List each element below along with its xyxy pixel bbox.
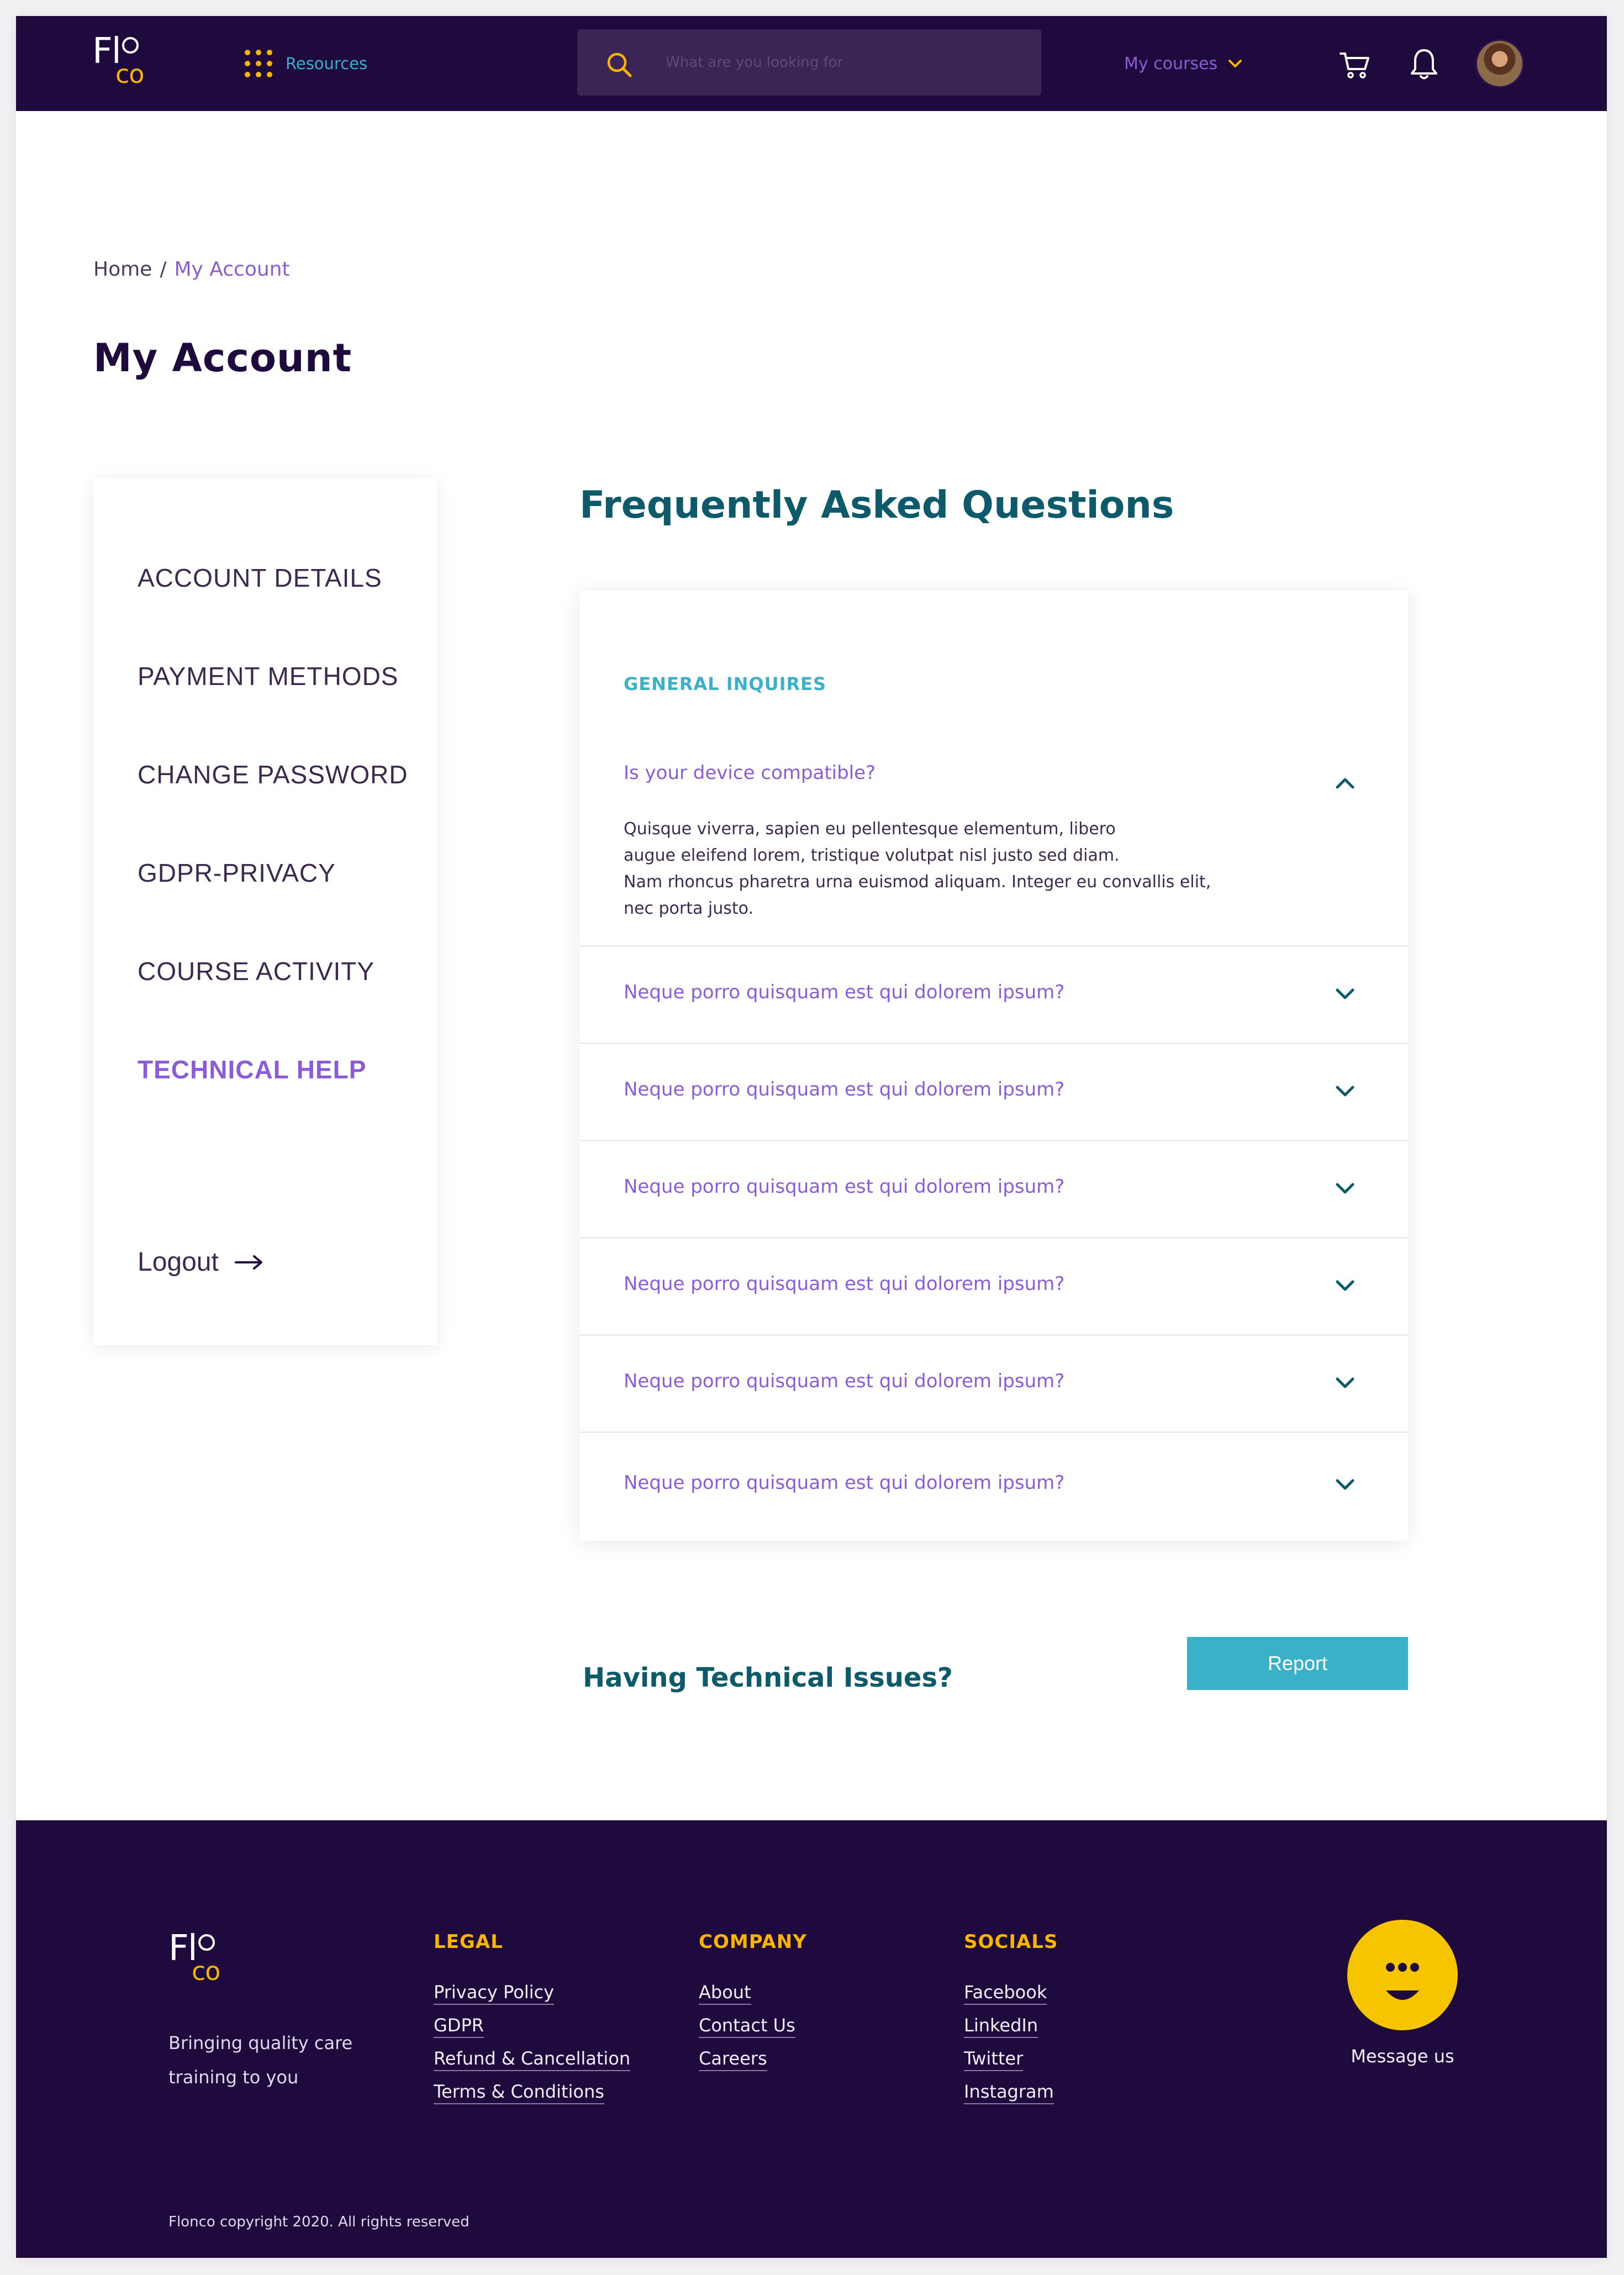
footer-link-privacy-policy[interactable]: Privacy Policy: [434, 1982, 555, 2005]
footer-link-gdpr[interactable]: GDPR: [434, 2015, 484, 2038]
page-title: My Account: [93, 335, 352, 381]
footer-column-heading: COMPANY: [699, 1931, 807, 1953]
faq-row[interactable]: Neque porro quisquam est qui dolorem ips…: [579, 1237, 1408, 1334]
faq-answer-line: augue eleifend lorem, tristique volutpat…: [624, 846, 1120, 865]
faq-question: Neque porro quisquam est qui dolorem ips…: [624, 1176, 1065, 1198]
faq-answer-line: Nam rhoncus pharetra urna euismod aliqua…: [624, 872, 1211, 892]
chevron-up-icon[interactable]: [1333, 771, 1357, 795]
logout-label: Logout: [138, 1247, 219, 1277]
footer-column-company: COMPANY About Contact Us Careers: [699, 1931, 807, 2081]
faq-answer-line: Quisque viverra, sapien eu pellentesque …: [624, 819, 1116, 839]
footer-link-terms-conditions[interactable]: Terms & Conditions: [434, 2081, 604, 2104]
faq-question: Neque porro quisquam est qui dolorem ips…: [624, 981, 1065, 1003]
search-icon[interactable]: [604, 49, 635, 80]
faq-answer: Quisque viverra, sapien eu pellentesque …: [624, 816, 1286, 922]
footer-link-refund-cancellation[interactable]: Refund & Cancellation: [434, 2048, 631, 2071]
faq-question-open[interactable]: Is your device compatible?: [624, 762, 876, 784]
faq-title: Frequently Asked Questions: [579, 483, 1174, 527]
faq-row[interactable]: Neque porro quisquam est qui dolorem ips…: [579, 945, 1408, 1042]
chevron-down-icon: [1336, 1183, 1354, 1194]
logout-button[interactable]: Logout: [138, 1247, 264, 1277]
footer-column-heading: LEGAL: [434, 1931, 503, 1953]
footer-column-legal: LEGAL Privacy Policy GDPR Refund & Cance…: [434, 1931, 631, 2114]
faq-row[interactable]: Neque porro quisquam est qui dolorem ips…: [579, 1431, 1408, 1541]
sidebar-item-change-password[interactable]: CHANGE PASSWORD: [138, 760, 408, 789]
my-courses-label: My courses: [1124, 54, 1218, 73]
page-frame: Fl co Resources My courses: [16, 16, 1607, 2258]
breadcrumb-home-link[interactable]: Home: [93, 258, 152, 281]
faq-question: Neque porro quisquam est qui dolorem ips…: [624, 1370, 1065, 1392]
footer-logo[interactable]: Fl co: [168, 1931, 229, 1992]
faq-row[interactable]: Neque porro quisquam est qui dolorem ips…: [579, 1334, 1408, 1431]
sidebar-item-technical-help[interactable]: TECHNICAL HELP: [138, 1055, 366, 1084]
resources-label: Resources: [286, 54, 368, 73]
faq-row[interactable]: Neque porro quisquam est qui dolorem ips…: [579, 1042, 1408, 1140]
faq-category-label: GENERAL INQUIRES: [624, 673, 827, 694]
sidebar-item-course-activity[interactable]: COURSE ACTIVITY: [138, 956, 375, 986]
footer-link-linkedin[interactable]: LinkedIn: [964, 2015, 1038, 2038]
footer-column-socials: SOCIALS Facebook LinkedIn Twitter Instag…: [964, 1931, 1058, 2114]
chevron-down-icon: [1228, 60, 1242, 67]
footer: Fl co Bringing quality care training to …: [16, 1820, 1607, 2258]
flonco-logo[interactable]: Fl co: [92, 34, 153, 94]
tagline-line: training to you: [168, 2067, 299, 2088]
search-input[interactable]: [666, 46, 1019, 79]
user-avatar[interactable]: [1475, 39, 1524, 88]
footer-link-contact-us[interactable]: Contact Us: [699, 2015, 795, 2038]
logo-circle: [198, 1934, 215, 1951]
footer-tagline: Bringing quality care training to you: [168, 2026, 367, 2094]
chevron-down-icon: [1336, 1479, 1354, 1490]
sidebar-item-account-details[interactable]: ACCOUNT DETAILS: [138, 563, 382, 593]
footer-link-twitter[interactable]: Twitter: [964, 2048, 1024, 2071]
grid-dots-icon: [245, 50, 272, 77]
footer-link-facebook[interactable]: Facebook: [964, 1982, 1047, 2005]
faq-question: Neque porro quisquam est qui dolorem ips…: [624, 1078, 1065, 1100]
chevron-down-icon: [1336, 1280, 1354, 1291]
search-bar: [577, 29, 1041, 96]
chevron-down-icon: [1336, 1377, 1354, 1388]
message-us-button[interactable]: Message us: [1347, 1920, 1458, 2067]
sidebar-item-gdpr-privacy[interactable]: GDPR-PRIVACY: [138, 858, 336, 888]
sidebar-item-payment-methods[interactable]: PAYMENT METHODS: [138, 661, 398, 691]
chevron-down-icon: [1336, 1086, 1354, 1097]
faq-row[interactable]: Neque porro quisquam est qui dolorem ips…: [579, 1140, 1408, 1237]
breadcrumb-current: My Account: [174, 258, 290, 281]
footer-link-about[interactable]: About: [699, 1982, 751, 2005]
my-courses-dropdown[interactable]: My courses: [1124, 48, 1243, 79]
faq-question: Neque porro quisquam est qui dolorem ips…: [624, 1273, 1065, 1295]
logo-text-bottom: co: [192, 1956, 220, 1986]
breadcrumb: Home / My Account: [93, 258, 290, 281]
footer-link-instagram[interactable]: Instagram: [964, 2081, 1054, 2104]
resources-menu[interactable]: Resources: [245, 47, 367, 80]
arrow-right-icon: [234, 1255, 262, 1270]
top-navbar: Fl co Resources My courses: [16, 16, 1607, 111]
logo-text-bottom: co: [115, 59, 144, 89]
tagline-line: Bringing quality care: [168, 2032, 353, 2053]
bell-icon[interactable]: [1408, 47, 1440, 81]
footer-column-heading: SOCIALS: [964, 1931, 1058, 1953]
chat-face-icon: [1347, 1920, 1458, 2030]
footer-link-careers[interactable]: Careers: [699, 2048, 767, 2071]
chevron-down-icon: [1336, 988, 1354, 999]
copyright-text: Flonco copyright 2020. All rights reserv…: [168, 2214, 470, 2230]
breadcrumb-separator: /: [160, 258, 167, 281]
message-us-label: Message us: [1351, 2046, 1454, 2067]
cart-icon[interactable]: [1338, 49, 1372, 80]
faq-question: Neque porro quisquam est qui dolorem ips…: [624, 1472, 1065, 1494]
faq-answer-line: nec porta justo.: [624, 899, 754, 918]
account-sidebar: ACCOUNT DETAILS PAYMENT METHODS CHANGE P…: [93, 479, 437, 1345]
faq-card: GENERAL INQUIRES Is your device compatib…: [579, 591, 1408, 1541]
logo-circle: [122, 37, 139, 54]
technical-issues-heading: Having Technical Issues?: [583, 1662, 953, 1693]
report-button[interactable]: Report: [1187, 1637, 1408, 1690]
